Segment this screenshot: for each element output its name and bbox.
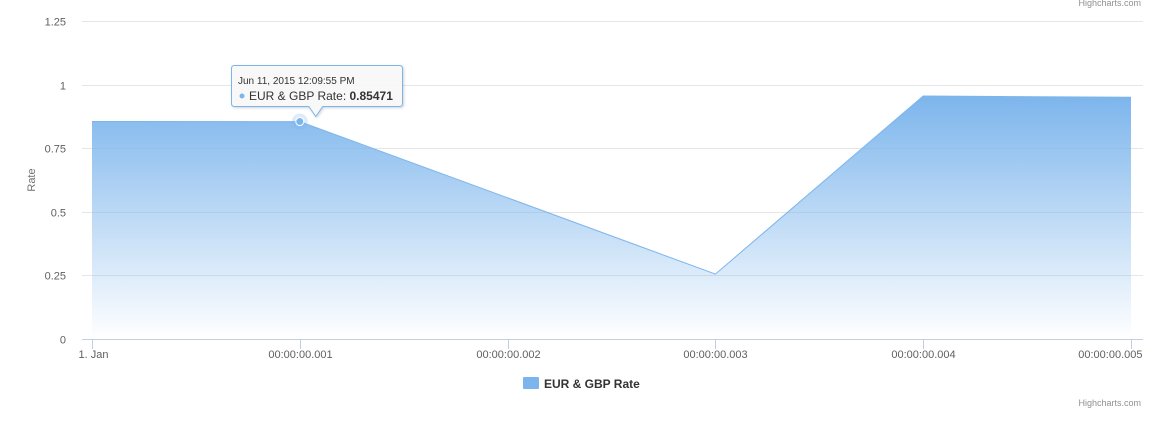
series-area (88, 92, 1135, 339)
data-point[interactable] (504, 194, 512, 202)
legend-symbol[interactable] (523, 377, 539, 389)
tooltip-value-line: EUR & GBP Rate: 0.85471 (249, 89, 393, 103)
x-tick-label: 00:00:00.002 (476, 349, 540, 361)
y-tick-label: 0.25 (45, 271, 66, 283)
y-tick-label: 1.25 (45, 17, 66, 29)
area-chart: 0 0.25 0.5 0.75 1 1.25 1. Jan 00:00:00.001 00:00… (26, 0, 1143, 408)
credits-bottom[interactable]: Highcharts.com (1078, 398, 1141, 408)
data-point[interactable] (1127, 93, 1135, 101)
legend-label[interactable]: EUR & GBP Rate (544, 377, 640, 391)
legend[interactable]: EUR & GBP Rate (523, 377, 640, 391)
x-tick-label: 00:00:00.003 (683, 349, 747, 361)
y-tick-label: 0.5 (51, 208, 66, 220)
data-point[interactable] (711, 270, 719, 278)
hover-point[interactable] (295, 117, 305, 127)
y-tick-label: 0.75 (45, 144, 66, 156)
data-point[interactable] (919, 92, 927, 100)
tooltip-value: 0.85471 (349, 89, 393, 103)
x-tick-label: 1. Jan (79, 349, 109, 361)
y-axis-title: Rate (26, 168, 38, 191)
tooltip-series-label: EUR & GBP Rate: (249, 89, 349, 103)
x-tick-label: 00:00:00.005 (1078, 349, 1142, 361)
tooltip-date: Jun 11, 2015 12:09:55 PM (238, 76, 355, 87)
series-area-fill[interactable] (92, 96, 1131, 339)
x-tick-label: 00:00:00.001 (268, 349, 332, 361)
data-point[interactable] (88, 117, 96, 125)
y-tick-label: 1 (60, 81, 66, 93)
tooltip: Jun 11, 2015 12:09:55 PM EUR & GBP Rate:… (231, 65, 403, 118)
credits-top[interactable]: Highcharts.com (1078, 0, 1141, 8)
tooltip-bullet (239, 93, 245, 99)
x-tick-label: 00:00:00.004 (891, 349, 955, 361)
y-tick-label: 0 (60, 335, 66, 347)
